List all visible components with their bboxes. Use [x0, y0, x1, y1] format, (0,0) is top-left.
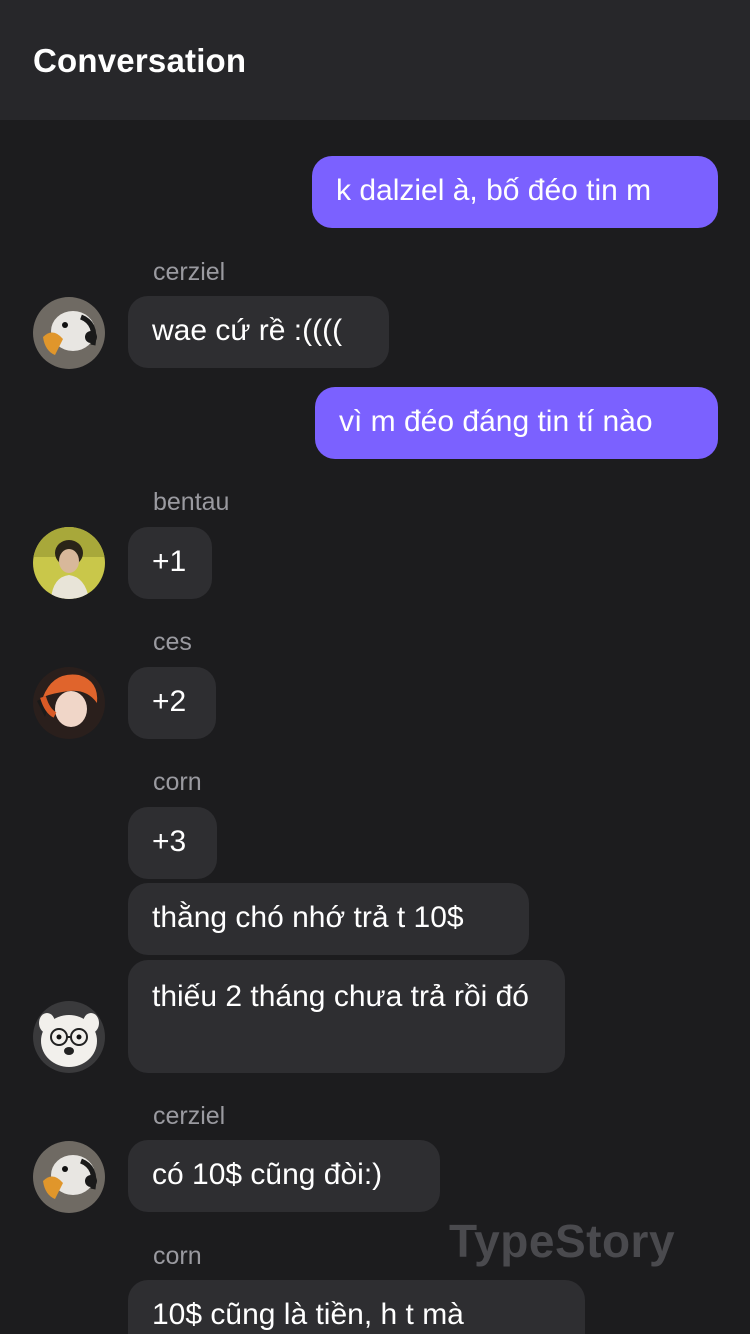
sender-name: ces: [153, 628, 192, 656]
incoming-message-bubble[interactable]: +2: [128, 667, 216, 739]
outgoing-message-bubble[interactable]: k dalziel à, bố đéo tin m: [312, 156, 718, 228]
avatar-ces[interactable]: [33, 667, 105, 739]
avatar-corn[interactable]: [33, 1001, 105, 1073]
conversation-header: Conversation: [0, 0, 750, 120]
incoming-message-bubble[interactable]: thiếu 2 tháng chưa trả rồi đó: [128, 960, 565, 1073]
typestory-watermark: TypeStory: [449, 1215, 676, 1267]
incoming-message-bubble[interactable]: +3: [128, 807, 217, 879]
incoming-message-bubble[interactable]: wae cứ rề :((((: [128, 296, 389, 368]
sender-name: corn: [153, 768, 202, 796]
sender-name: cerziel: [153, 1102, 226, 1130]
incoming-message-bubble[interactable]: +1: [128, 527, 212, 599]
incoming-message-bubble[interactable]: có 10$ cũng đòi:): [128, 1140, 440, 1212]
outgoing-message-bubble[interactable]: vì m đéo đáng tin tí nào: [315, 387, 718, 459]
sender-name: cerziel: [153, 258, 226, 286]
sender-name: corn: [153, 1242, 202, 1270]
avatar-cerziel[interactable]: [33, 1141, 105, 1213]
avatar-cerziel[interactable]: [33, 297, 105, 369]
sender-name: bentau: [153, 488, 230, 516]
page-title: Conversation: [33, 42, 247, 79]
incoming-message-bubble[interactable]: thằng chó nhớ trả t 10$: [128, 883, 529, 955]
incoming-message-bubble[interactable]: 10$ cũng là tiền, h t mà: [128, 1280, 585, 1334]
avatar-bentau[interactable]: [33, 527, 105, 599]
